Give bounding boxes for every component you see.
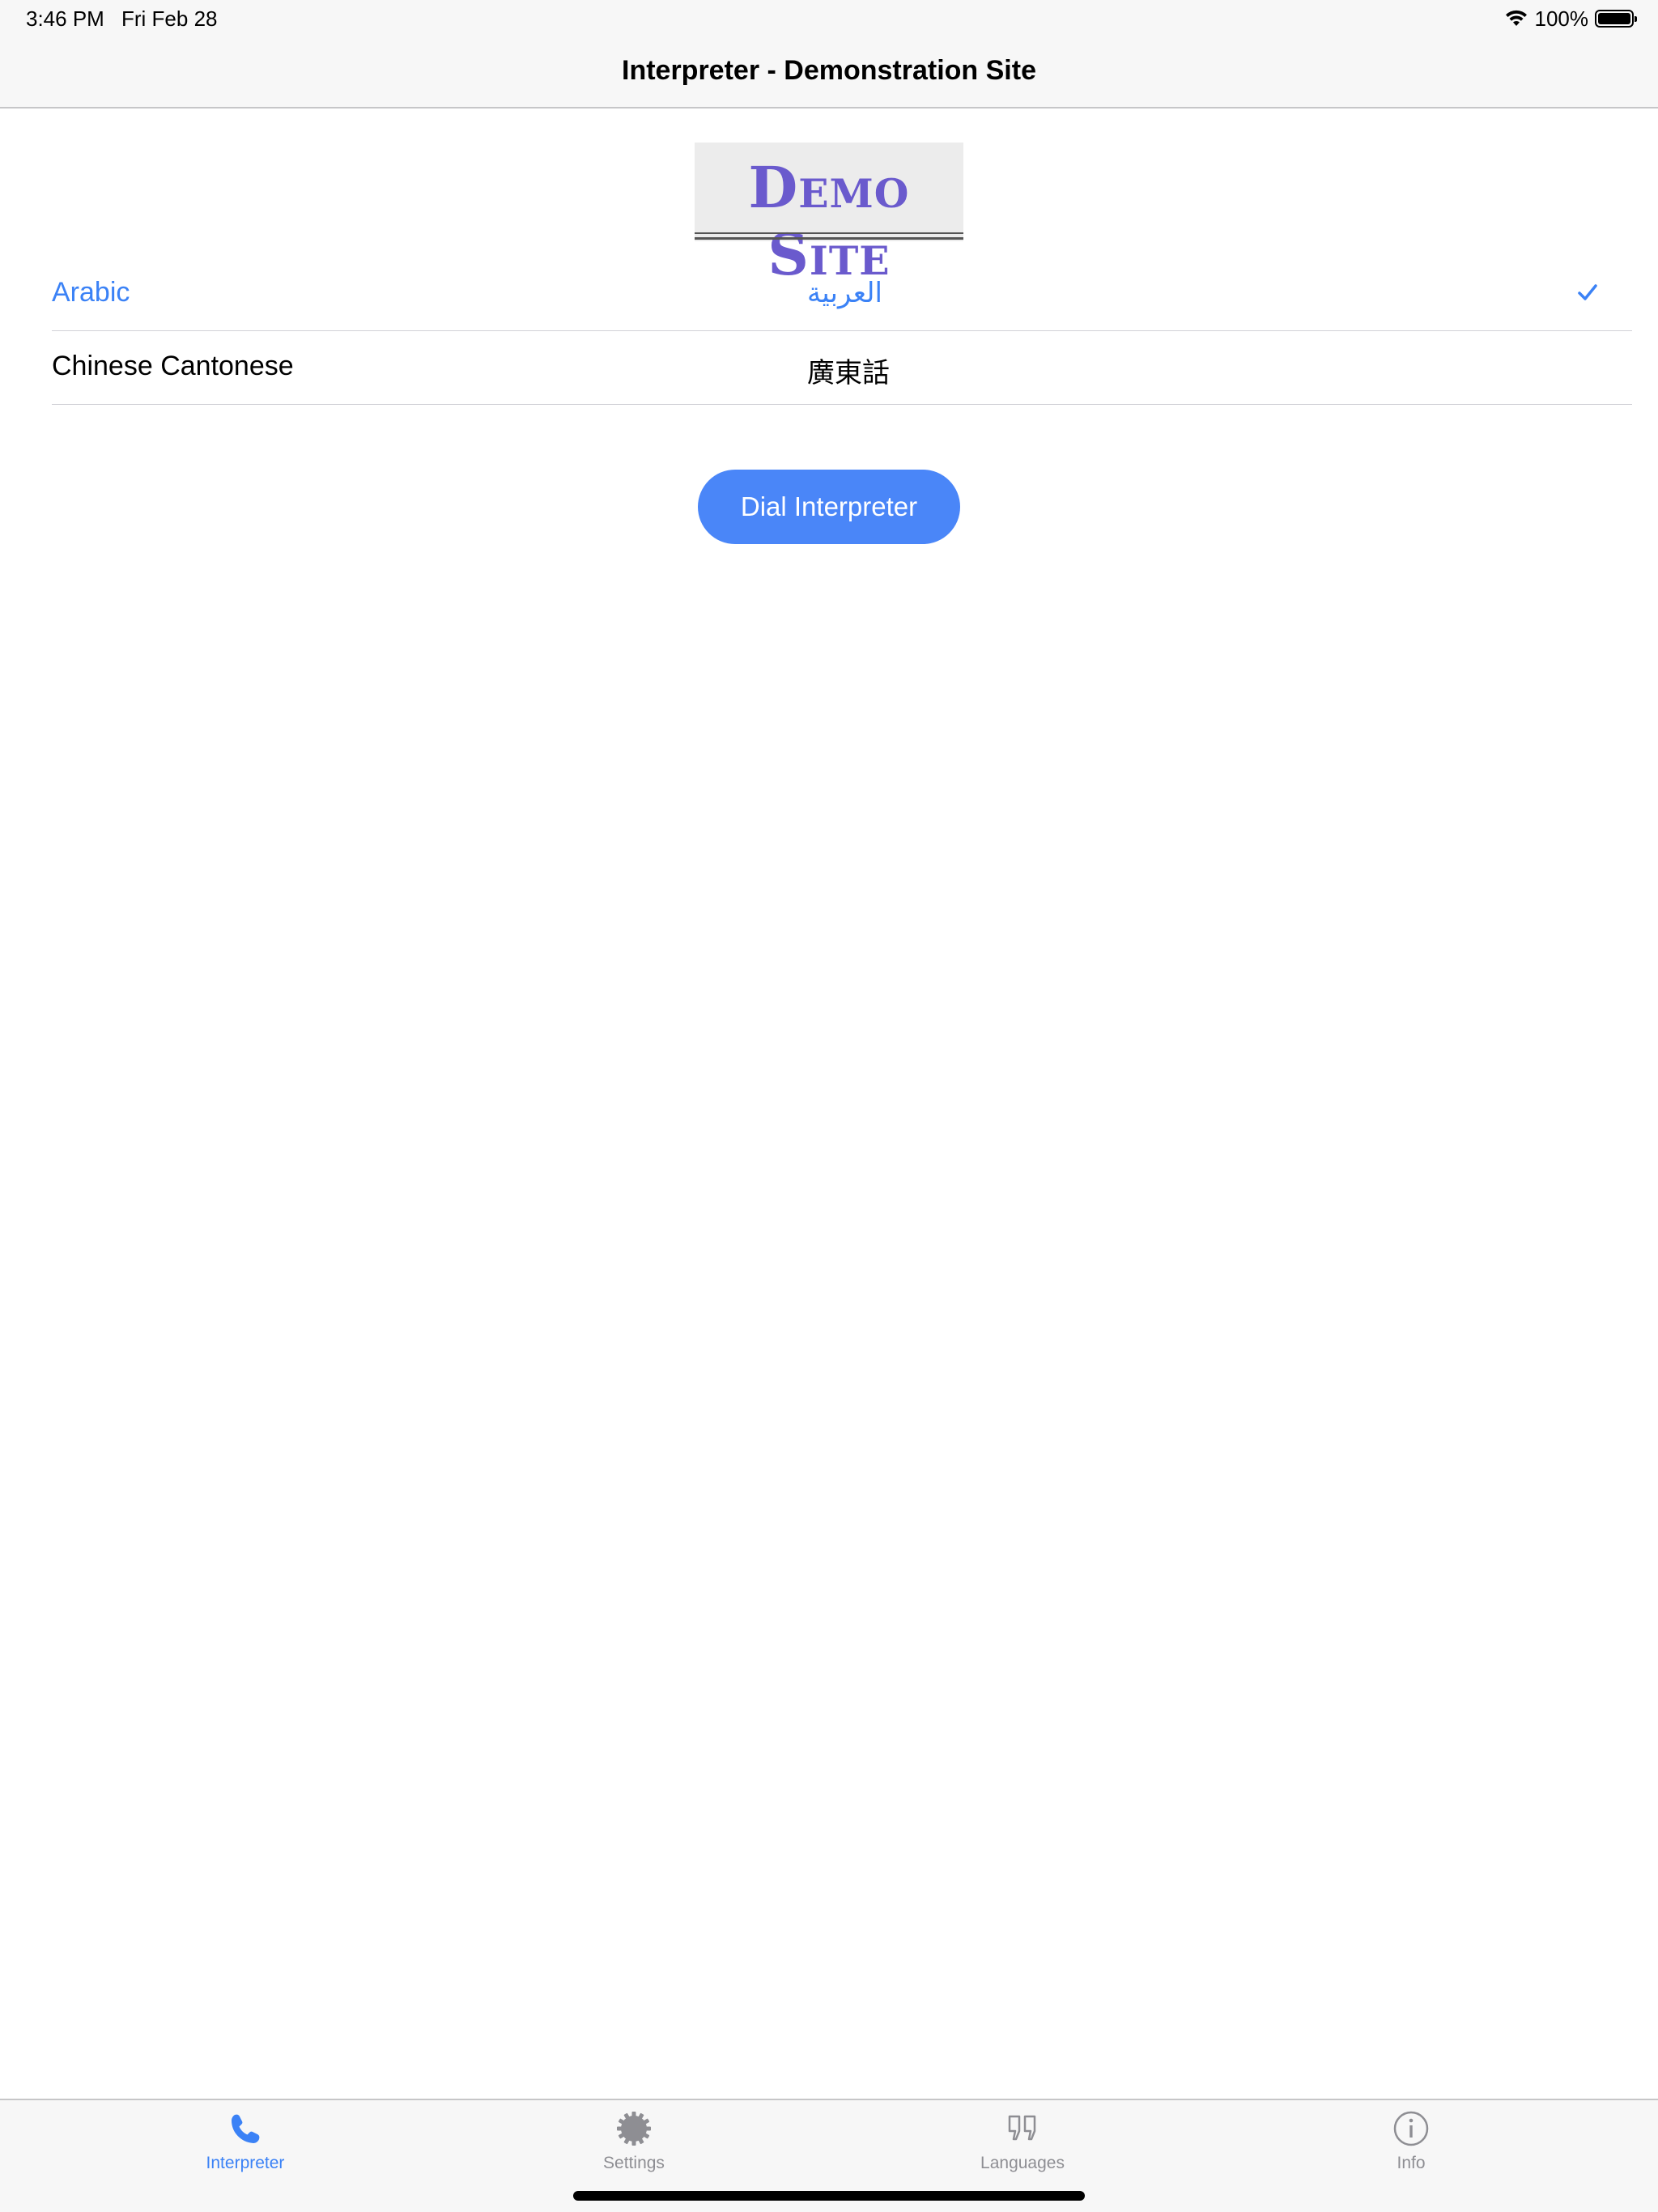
home-indicator[interactable] <box>573 2191 1085 2201</box>
battery-icon <box>1595 10 1637 28</box>
language-list: Arabic العربية Chinese Cantonese 廣東話 <box>52 257 1632 405</box>
status-time: 3:46 PM <box>26 6 104 31</box>
logo-underline <box>695 232 963 234</box>
language-name: Chinese Cantonese <box>52 351 294 381</box>
top-bar: 3:46 PM Fri Feb 28 100% Interpreter - De… <box>0 0 1658 108</box>
site-logo: Demo Site <box>695 143 963 288</box>
checkmark-icon <box>1578 284 1597 300</box>
tab-languages[interactable]: Languages <box>901 2110 1144 2191</box>
tab-settings[interactable]: Settings <box>512 2110 755 2191</box>
gear-icon <box>617 2112 651 2146</box>
tab-info[interactable]: Info <box>1290 2110 1533 2191</box>
tab-label: Languages <box>980 2154 1065 2172</box>
status-date: Fri Feb 28 <box>121 6 218 31</box>
language-row-chinese-cantonese[interactable]: Chinese Cantonese 廣東話 <box>52 331 1632 405</box>
language-name: Arabic <box>52 277 130 308</box>
logo-underline <box>695 237 963 240</box>
tab-label: Interpreter <box>206 2154 285 2172</box>
wifi-icon <box>1505 10 1527 26</box>
page-title: Interpreter - Demonstration Site <box>622 55 1036 86</box>
dial-interpreter-button[interactable]: Dial Interpreter <box>698 470 960 544</box>
quote-icon <box>1008 2115 1036 2141</box>
language-row-arabic[interactable]: Arabic العربية <box>52 257 1632 331</box>
tab-interpreter[interactable]: Interpreter <box>124 2110 367 2191</box>
status-indicators: 100% <box>1504 5 1637 32</box>
language-native-name: العربية <box>807 278 882 308</box>
app-screen: 3:46 PM Fri Feb 28 100% Interpreter - De… <box>0 0 1658 2212</box>
phone-icon <box>232 2114 260 2143</box>
language-native-name: 廣東話 <box>807 358 890 389</box>
tab-label: Info <box>1397 2154 1426 2172</box>
info-icon <box>1393 2111 1429 2146</box>
tab-label: Settings <box>603 2154 665 2172</box>
battery-percentage: 100% <box>1534 6 1589 31</box>
